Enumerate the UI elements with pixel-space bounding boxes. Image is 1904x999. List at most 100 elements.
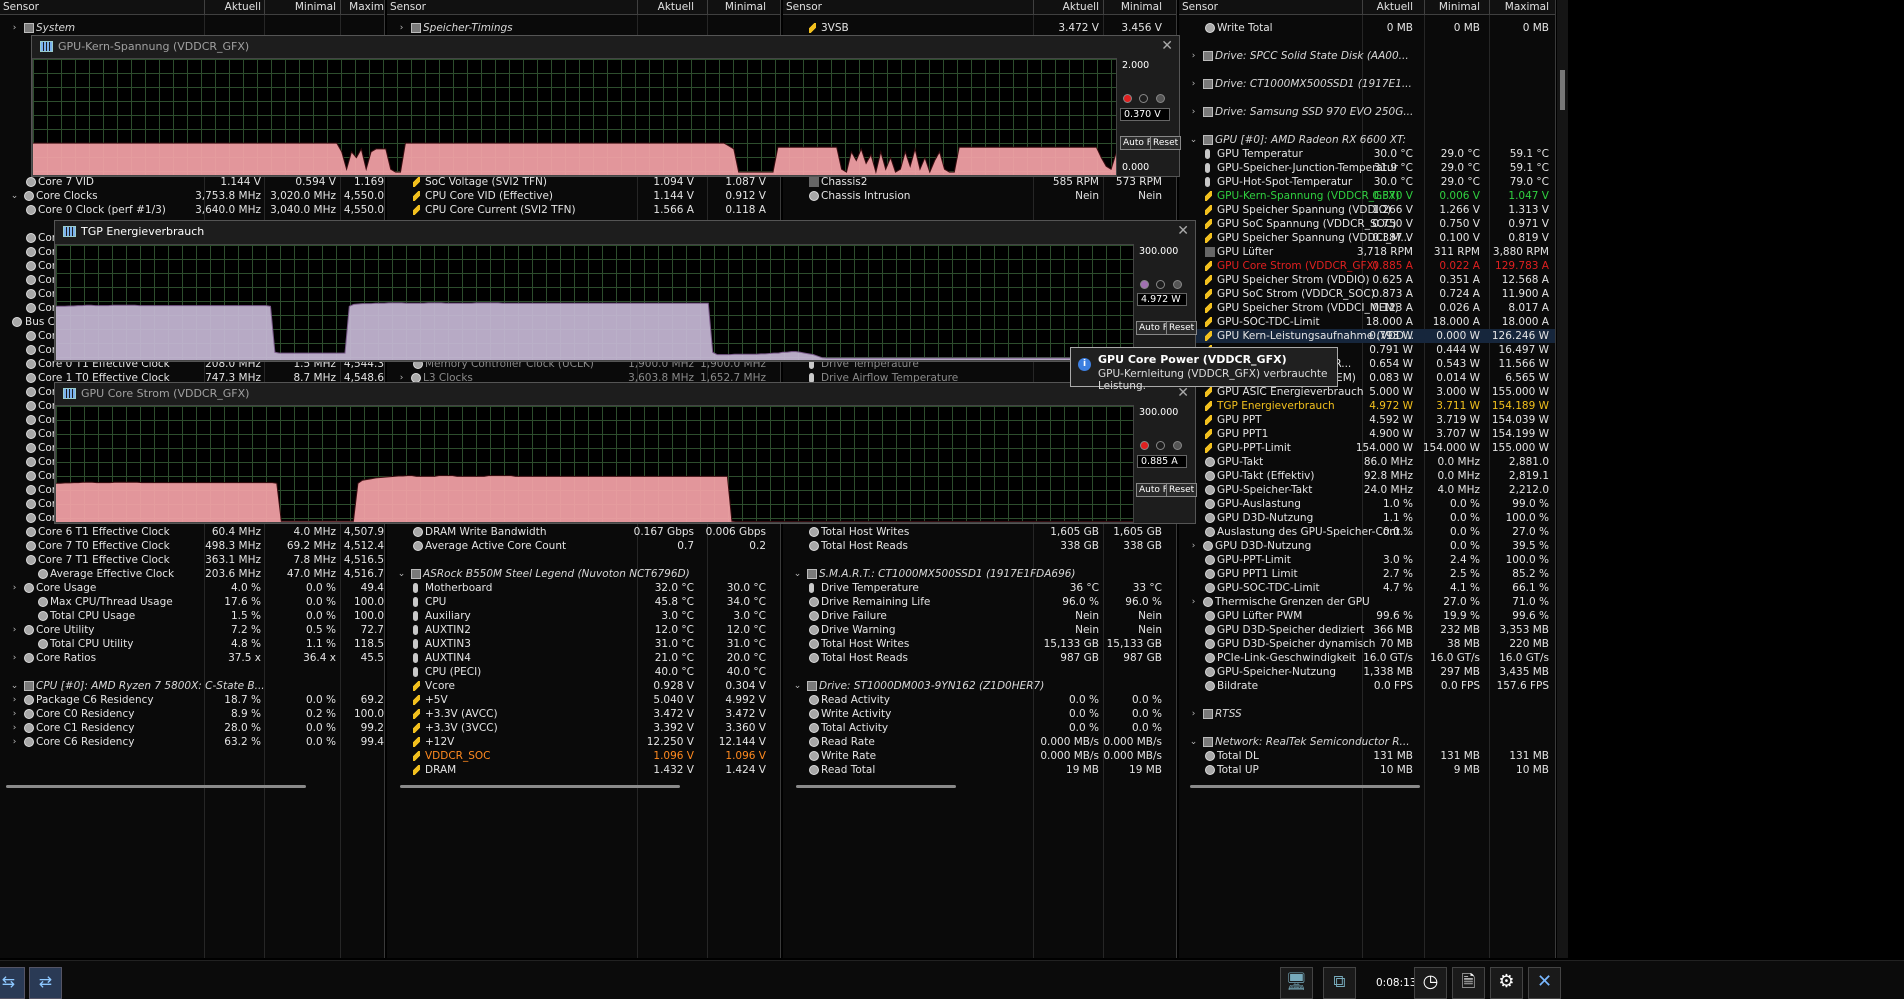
chevron-down-icon[interactable]: ⌄ <box>793 679 802 693</box>
chevron-right-icon[interactable]: › <box>1189 539 1198 553</box>
chevron-right-icon[interactable]: › <box>10 721 19 735</box>
sensor-row[interactable]: GPU-PPT-Limit 3.0 % 2.4 % 100.0 % <box>1179 553 1555 567</box>
sensor-row[interactable]: AUXTIN4 21.0 °C 20.0 °C <box>387 651 780 665</box>
column-header-sensor[interactable]: Sensor <box>3 1 39 13</box>
sensor-row[interactable]: GPU Temperatur 30.0 °C 29.0 °C 59.1 °C <box>1179 147 1555 161</box>
column-header-sensor[interactable]: Sensor <box>390 1 426 13</box>
sensor-row[interactable]: SoC Voltage (SVI2 TFN) 1.094 V 1.087 V <box>387 175 780 189</box>
sensor-row[interactable]: AUXTIN2 12.0 °C 12.0 °C <box>387 623 780 637</box>
sensor-row[interactable]: GPU-SOC-TDC-Limit 4.7 % 4.1 % 66.1 % <box>1179 581 1555 595</box>
chevron-right-icon[interactable]: › <box>10 735 19 749</box>
arrows-left-icon[interactable]: ⇄ <box>29 967 62 999</box>
sensor-row[interactable]: TGP Energieverbrauch 4.972 W 3.711 W 154.18… <box>1179 399 1555 413</box>
group-row[interactable]: ⌄ Drive: ST1000DM003-9YN162 (Z1D0HER7) <box>783 679 1176 693</box>
horizontal-scrollbar-4[interactable] <box>1190 785 1420 788</box>
dot-empty[interactable] <box>1156 280 1165 289</box>
sensor-row[interactable]: Total UP 10 MB 9 MB 10 MB <box>1179 763 1555 777</box>
column-header-sensor[interactable]: Sensor <box>786 1 822 13</box>
sensor-row[interactable]: CPU Core VID (Effective) 1.144 V 0.912 V <box>387 189 780 203</box>
sensor-row[interactable]: ⌄ Core Clocks 3,753.8 MHz 3,020.0 MHz 4,550.… <box>0 189 384 203</box>
sensor-row[interactable]: AUXTIN3 31.0 °C 31.0 °C <box>387 637 780 651</box>
sensor-row[interactable]: Auslastung des GPU-Speicher-Cont... 0.0 %… <box>1179 525 1555 539</box>
group-row[interactable]: › Drive: Samsung SSD 970 EVO 250G... <box>1179 105 1555 119</box>
sensor-row[interactable]: › GPU D3D-Nutzung 0.0 % 39.5 % <box>1179 539 1555 553</box>
sensor-row[interactable]: GPU Speicher Strom (VDDIO) 0.625 A 0.351 A… <box>1179 273 1555 287</box>
group-row[interactable]: ⌄ Network: RealTek Semiconductor R... <box>1179 735 1555 749</box>
graph-window-gpu-core-voltage[interactable]: GPU-Kern-Spannung (VDDCR_GFX) ✕ 2.000 0.… <box>31 35 1182 177</box>
sensor-row[interactable]: GPU-Speicher-Takt 24.0 MHz 4.0 MHz 2,212.0 <box>1179 483 1555 497</box>
sensor-row[interactable]: Total Host Reads 987 GB 987 GB <box>783 651 1176 665</box>
chevron-right-icon[interactable]: › <box>10 21 19 35</box>
sensor-row[interactable]: Drive Remaining Life 96.0 % 96.0 % <box>783 595 1176 609</box>
column-header-1[interactable]: Aktuell <box>1063 1 1099 13</box>
sensor-row[interactable]: GPU Lüfter 3,718 RPM 311 RPM 3,880 RPM <box>1179 245 1555 259</box>
sensor-row[interactable]: GPU-Hot-Spot-Temperatur 30.0 °C 29.0 °C 79.… <box>1179 175 1555 189</box>
chevron-right-icon[interactable]: › <box>1189 49 1198 63</box>
sensor-row[interactable]: CPU 45.8 °C 34.0 °C <box>387 595 780 609</box>
dot-empty-2[interactable] <box>1173 280 1182 289</box>
sensor-row[interactable]: Chassis2 585 RPM 573 RPM <box>783 175 1176 189</box>
sensor-row[interactable]: CPU (PECI) 40.0 °C 40.0 °C <box>387 665 780 679</box>
sensor-row[interactable]: +3.3V (AVCC) 3.472 V 3.472 V <box>387 707 780 721</box>
sensor-row[interactable]: GPU-SOC-TDC-Limit 18.000 A 18.000 A 18.000 … <box>1179 315 1555 329</box>
column-header-2[interactable]: Minimal <box>1121 1 1162 13</box>
chevron-right-icon[interactable]: › <box>1189 77 1198 91</box>
sensor-row[interactable]: Write Activity 0.0 % 0.0 % <box>783 707 1176 721</box>
sensor-row[interactable]: Core 7 T1 Effective Clock 363.1 MHz 7.8 MH… <box>0 553 384 567</box>
group-row[interactable]: ⌄ CPU [#0]: AMD Ryzen 7 5800X: C-State B.… <box>0 679 384 693</box>
sensor-row[interactable]: Total CPU Utility 4.8 % 1.1 % 118.5 <box>0 637 384 651</box>
sensor-row[interactable]: Core 6 T1 Effective Clock 60.4 MHz 4.0 MHz… <box>0 525 384 539</box>
group-row[interactable]: › System <box>0 21 384 35</box>
sensor-row[interactable]: Total Activity 0.0 % 0.0 % <box>783 721 1176 735</box>
sensor-row[interactable]: +5V 5.040 V 4.992 V <box>387 693 780 707</box>
sensor-row[interactable]: GPU D3D-Nutzung 1.1 % 0.0 % 100.0 % <box>1179 511 1555 525</box>
network-icon[interactable]: 🖥 <box>1280 967 1313 999</box>
sensor-row[interactable]: Chassis Intrusion Nein Nein <box>783 189 1176 203</box>
sensor-row[interactable]: GPU-Takt 86.0 MHz 0.0 MHz 2,881.0 <box>1179 455 1555 469</box>
sensor-row[interactable]: GPU SoC Strom (VDDCR_SOC) 0.873 A 0.724 A 1… <box>1179 287 1555 301</box>
chevron-right-icon[interactable]: › <box>397 21 406 35</box>
sensor-row[interactable]: › Core C1 Residency 28.0 % 0.0 % 99.2 <box>0 721 384 735</box>
chevron-right-icon[interactable]: › <box>10 651 19 665</box>
clock-icon[interactable]: ◷ <box>1414 967 1447 999</box>
chevron-down-icon[interactable]: ⌄ <box>397 567 406 581</box>
sensor-row[interactable]: GPU PPT 4.592 W 3.719 W 154.039 W <box>1179 413 1555 427</box>
gear-icon[interactable]: ⚙ <box>1490 967 1523 999</box>
sensor-row[interactable]: GPU Speicher Strom (VDDCI_MEM) 0.123 A 0.0… <box>1179 301 1555 315</box>
chevron-right-icon[interactable]: › <box>1189 105 1198 119</box>
chevron-right-icon[interactable]: › <box>1189 707 1198 721</box>
sensor-row[interactable]: › Package C6 Residency 18.7 % 0.0 % 69.2 <box>0 693 384 707</box>
sensor-row[interactable]: Drive Temperature 36 °C 33 °C <box>783 581 1176 595</box>
sensor-row[interactable]: › Thermische Grenzen der GPU 27.0 % 71.0 % <box>1179 595 1555 609</box>
dot-violet[interactable] <box>1140 280 1149 289</box>
sensor-row[interactable]: Core 7 VID 1.144 V 0.594 V 1.169 <box>0 175 384 189</box>
sensor-row[interactable]: PCIe-Link-Geschwindigkeit 16.0 GT/s 16.0 G… <box>1179 651 1555 665</box>
group-row[interactable]: ⌄ S.M.A.R.T.: CT1000MX500SSD1 (1917E1FDA6… <box>783 567 1176 581</box>
graph-window-tgp-power[interactable]: TGP Energieverbrauch ✕ 300.000 4.972 W A… <box>54 220 1198 362</box>
sensor-row[interactable]: › Core Utility 7.2 % 0.5 % 72.7 <box>0 623 384 637</box>
sensor-row[interactable]: › Core Ratios 37.5 x 36.4 x 45.5 <box>0 651 384 665</box>
sensor-row[interactable]: Total Host Writes 15,133 GB 15,133 GB <box>783 637 1176 651</box>
sensor-row[interactable]: Total DL 131 MB 131 MB 131 MB <box>1179 749 1555 763</box>
column-header-3[interactable]: Maximal <box>1505 1 1549 13</box>
group-row[interactable]: › RTSS <box>1179 707 1555 721</box>
sensor-row[interactable]: Read Activity 0.0 % 0.0 % <box>783 693 1176 707</box>
sensor-row[interactable]: GPU Speicher Spannung (VDDIO) 1.266 V 1.26… <box>1179 203 1555 217</box>
column-header-1[interactable]: Aktuell <box>225 1 261 13</box>
sensor-row[interactable]: Write Total 0 MB 0 MB 0 MB <box>1179 21 1555 35</box>
sensor-row[interactable]: Drive Failure Nein Nein <box>783 609 1176 623</box>
column-header-2[interactable]: Minimal <box>725 1 766 13</box>
graph-window-gpu-core-current[interactable]: GPU Core Strom (VDDCR_GFX) ✕ 300.000 0.8… <box>54 382 1198 524</box>
arrows-right-icon[interactable]: ⇆ <box>0 967 25 999</box>
sensor-row[interactable]: 3VSB 3.472 V 3.456 V <box>783 21 1176 35</box>
column-header-3[interactable]: Maxim <box>349 1 384 13</box>
chevron-right-icon[interactable]: › <box>10 581 19 595</box>
chevron-right-icon[interactable]: › <box>1189 595 1198 609</box>
group-row[interactable]: › Speicher-Timings <box>387 21 780 35</box>
chevron-right-icon[interactable]: › <box>10 623 19 637</box>
sensor-row[interactable]: GPU PPT1 4.900 W 3.707 W 154.199 W <box>1179 427 1555 441</box>
sensor-row[interactable]: › Core C6 Residency 63.2 % 0.0 % 99.4 <box>0 735 384 749</box>
sensor-row[interactable]: Auxiliary 3.0 °C 3.0 °C <box>387 609 780 623</box>
group-row[interactable]: › Drive: CT1000MX500SSD1 (1917E1... <box>1179 77 1555 91</box>
sensor-row[interactable]: Core 0 Clock (perf #1/3) 3,640.0 MHz 3,040… <box>0 203 384 217</box>
